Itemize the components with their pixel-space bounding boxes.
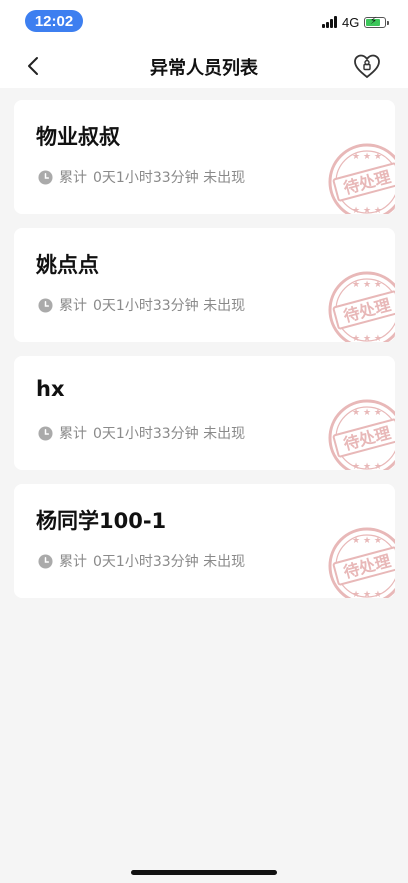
clock-icon [38,553,53,569]
heart-lock-icon [354,54,380,79]
svg-text:★ ★ ★: ★ ★ ★ [352,590,382,598]
svg-text:★ ★ ★: ★ ★ ★ [352,206,382,214]
svg-text:★ ★ ★: ★ ★ ★ [352,334,382,342]
absence-info: 累计 0天1小时33分钟 未出现 [38,167,245,187]
signal-icon [322,16,340,28]
list-item[interactable]: hx 累计 0天1小时33分钟 未出现 ★ ★ ★ ★ ★ ★ 待处理 [14,356,395,470]
absence-info: 累计 0天1小时33分钟 未出现 [38,423,245,443]
person-name: 物业叔叔 [36,125,120,149]
pending-stamp: ★ ★ ★ ★ ★ ★ 待处理 [328,399,395,470]
svg-text:★ ★ ★: ★ ★ ★ [352,462,382,470]
home-indicator[interactable] [131,870,277,875]
list-item[interactable]: 物业叔叔 累计 0天1小时33分钟 未出现 ★ ★ ★ ★ ★ ★ 待处理 [14,100,395,214]
absence-duration: 0天1小时33分钟 未出现 [93,170,246,186]
battery-icon: ⚡ [364,16,389,28]
absence-info: 累计 0天1小时33分钟 未出现 [38,551,245,571]
absence-duration: 0天1小时33分钟 未出现 [93,426,246,442]
list-item[interactable]: 杨同学100-1 累计 0天1小时33分钟 未出现 ★ ★ ★ ★ ★ ★ 待处… [14,484,395,598]
nav-bar: 异常人员列表 [0,44,408,88]
absence-duration: 0天1小时33分钟 未出现 [93,298,246,314]
svg-text:★ ★ ★: ★ ★ ★ [352,536,382,546]
svg-text:★ ★ ★: ★ ★ ★ [352,408,382,418]
person-name: 姚点点 [36,253,99,277]
person-name: 杨同学100-1 [36,509,167,533]
pending-stamp: ★ ★ ★ ★ ★ ★ 待处理 [328,271,395,342]
svg-text:★ ★ ★: ★ ★ ★ [352,280,382,290]
clock-icon [38,297,53,313]
list-item[interactable]: 姚点点 累计 0天1小时33分钟 未出现 ★ ★ ★ ★ ★ ★ 待处理 [14,228,395,342]
svg-text:★ ★ ★: ★ ★ ★ [352,152,382,162]
status-bar: 12:02 4G ⚡ [0,0,408,44]
clock-icon [38,169,53,185]
page-title: 异常人员列表 [150,58,258,79]
person-name: hx [36,377,65,401]
clock-icon [38,425,53,441]
pending-stamp: ★ ★ ★ ★ ★ ★ 待处理 [328,527,395,598]
absence-info: 累计 0天1小时33分钟 未出现 [38,295,245,315]
network-type: 4G [342,15,360,30]
status-time: 12:02 [25,10,83,32]
cumulative-label: 累计 [59,170,87,186]
absence-duration: 0天1小时33分钟 未出现 [93,554,246,570]
cumulative-label: 累计 [59,426,87,442]
pending-stamp: ★ ★ ★ ★ ★ ★ 待处理 [328,143,395,214]
favorite-button[interactable] [352,52,382,80]
cumulative-label: 累计 [59,554,87,570]
cumulative-label: 累计 [59,298,87,314]
abnormal-person-list: 物业叔叔 累计 0天1小时33分钟 未出现 ★ ★ ★ ★ ★ ★ 待处理 姚点… [14,100,395,612]
